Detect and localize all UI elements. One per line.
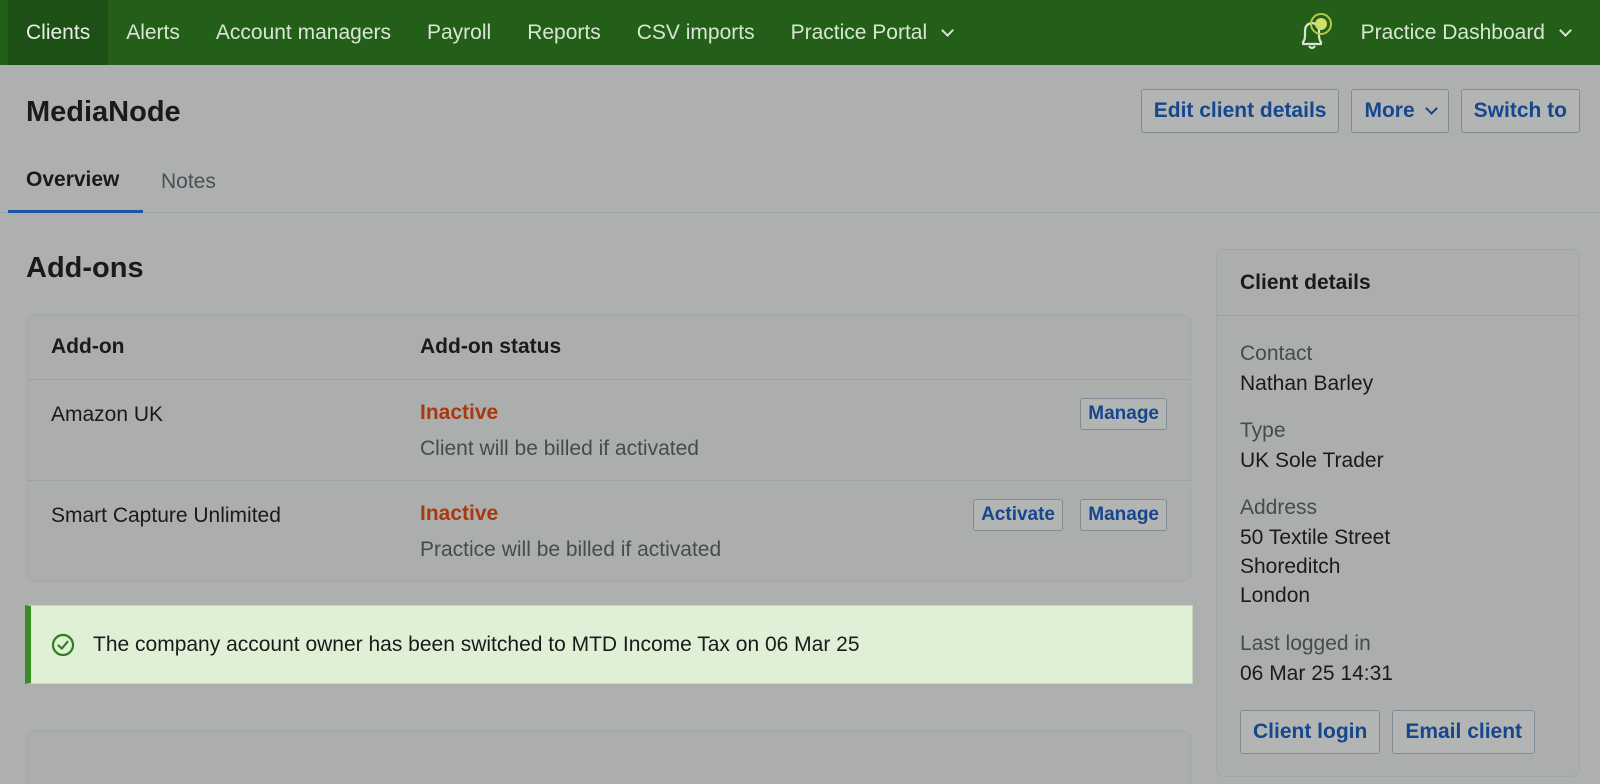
client-login-button[interactable]: Client login	[1240, 710, 1381, 754]
chevron-down-icon	[1559, 23, 1572, 37]
tab-overview[interactable]: Overview	[8, 150, 143, 213]
activate-button[interactable]: Activate	[973, 499, 1063, 531]
edit-client-details-button[interactable]: Edit client details	[1140, 89, 1340, 133]
more-button-label: More	[1364, 99, 1415, 122]
table-row: Amazon UK Inactive Client will be billed…	[28, 380, 1190, 481]
chevron-down-icon	[941, 23, 955, 37]
nav-alerts[interactable]: Alerts	[108, 0, 198, 65]
nav-right: Practice Dashboard	[1291, 0, 1600, 65]
client-details-actions: Client login Email client	[1240, 710, 1536, 754]
nav-reports[interactable]: Reports	[509, 0, 619, 65]
type-label: Type	[1240, 419, 1286, 442]
nav-csv-imports[interactable]: CSV imports	[619, 0, 773, 65]
addons-table: Add-on Add-on status Amazon UK Inactive …	[27, 314, 1191, 582]
addon-name: Smart Capture Unlimited	[51, 504, 281, 527]
contact-label: Contact	[1240, 342, 1313, 365]
address-line-2: Shoreditch	[1240, 555, 1341, 578]
type-value: UK Sole Trader	[1240, 449, 1384, 472]
nav-practice-portal[interactable]: Practice Portal	[773, 0, 971, 65]
check-circle-icon	[51, 633, 75, 656]
last-logged-label: Last logged in	[1240, 632, 1371, 655]
address-line-1: 50 Textile Street	[1240, 526, 1391, 549]
email-client-button[interactable]: Email client	[1392, 710, 1536, 754]
column-header-addon: Add-on	[51, 335, 125, 358]
switch-to-button[interactable]: Switch to	[1460, 89, 1580, 133]
table-row: Smart Capture Unlimited Inactive Practic…	[28, 481, 1190, 581]
next-section-card	[27, 730, 1191, 784]
manage-button[interactable]: Manage	[1080, 398, 1167, 430]
manage-button[interactable]: Manage	[1080, 499, 1167, 531]
top-navigation: Clients Alerts Account managers Payroll …	[0, 0, 1600, 65]
chevron-down-icon	[1424, 102, 1438, 115]
addon-name: Amazon UK	[51, 403, 164, 426]
practice-dashboard-label: Practice Dashboard	[1360, 20, 1545, 44]
addons-heading: Add-ons	[26, 252, 144, 284]
nav-clients[interactable]: Clients	[8, 0, 109, 65]
tab-bar: Overview Notes	[0, 150, 1600, 213]
client-details-heading: Client details	[1217, 250, 1579, 316]
address-label: Address	[1240, 496, 1318, 519]
last-logged-value: 06 Mar 25 14:31	[1240, 662, 1393, 685]
contact-value: Nathan Barley	[1240, 372, 1374, 395]
nav-payroll[interactable]: Payroll	[409, 0, 509, 65]
table-header-row: Add-on Add-on status	[28, 315, 1190, 380]
header-actions: Edit client details More Switch to	[1140, 89, 1580, 133]
page-title: MediaNode	[26, 96, 181, 128]
success-banner: The company account owner has been switc…	[25, 605, 1193, 684]
bell-icon[interactable]	[1291, 11, 1335, 55]
address-line-3: London	[1240, 584, 1311, 607]
billing-note: Client will be billed if activated	[420, 437, 699, 460]
status-badge: Inactive	[420, 401, 499, 424]
status-badge: Inactive	[420, 502, 499, 525]
banner-message: The company account owner has been switc…	[93, 632, 860, 656]
column-header-status: Add-on status	[420, 335, 562, 358]
more-button[interactable]: More	[1351, 89, 1449, 133]
nav-practice-portal-label: Practice Portal	[790, 20, 928, 44]
client-details-panel: Client details Contact Nathan Barley Typ…	[1216, 249, 1580, 777]
notification-dot	[1314, 17, 1327, 30]
tab-notes[interactable]: Notes	[161, 150, 216, 213]
practice-dashboard-menu[interactable]: Practice Dashboard	[1361, 21, 1600, 45]
billing-note: Practice will be billed if activated	[420, 538, 722, 561]
nav-account-managers[interactable]: Account managers	[198, 0, 409, 65]
